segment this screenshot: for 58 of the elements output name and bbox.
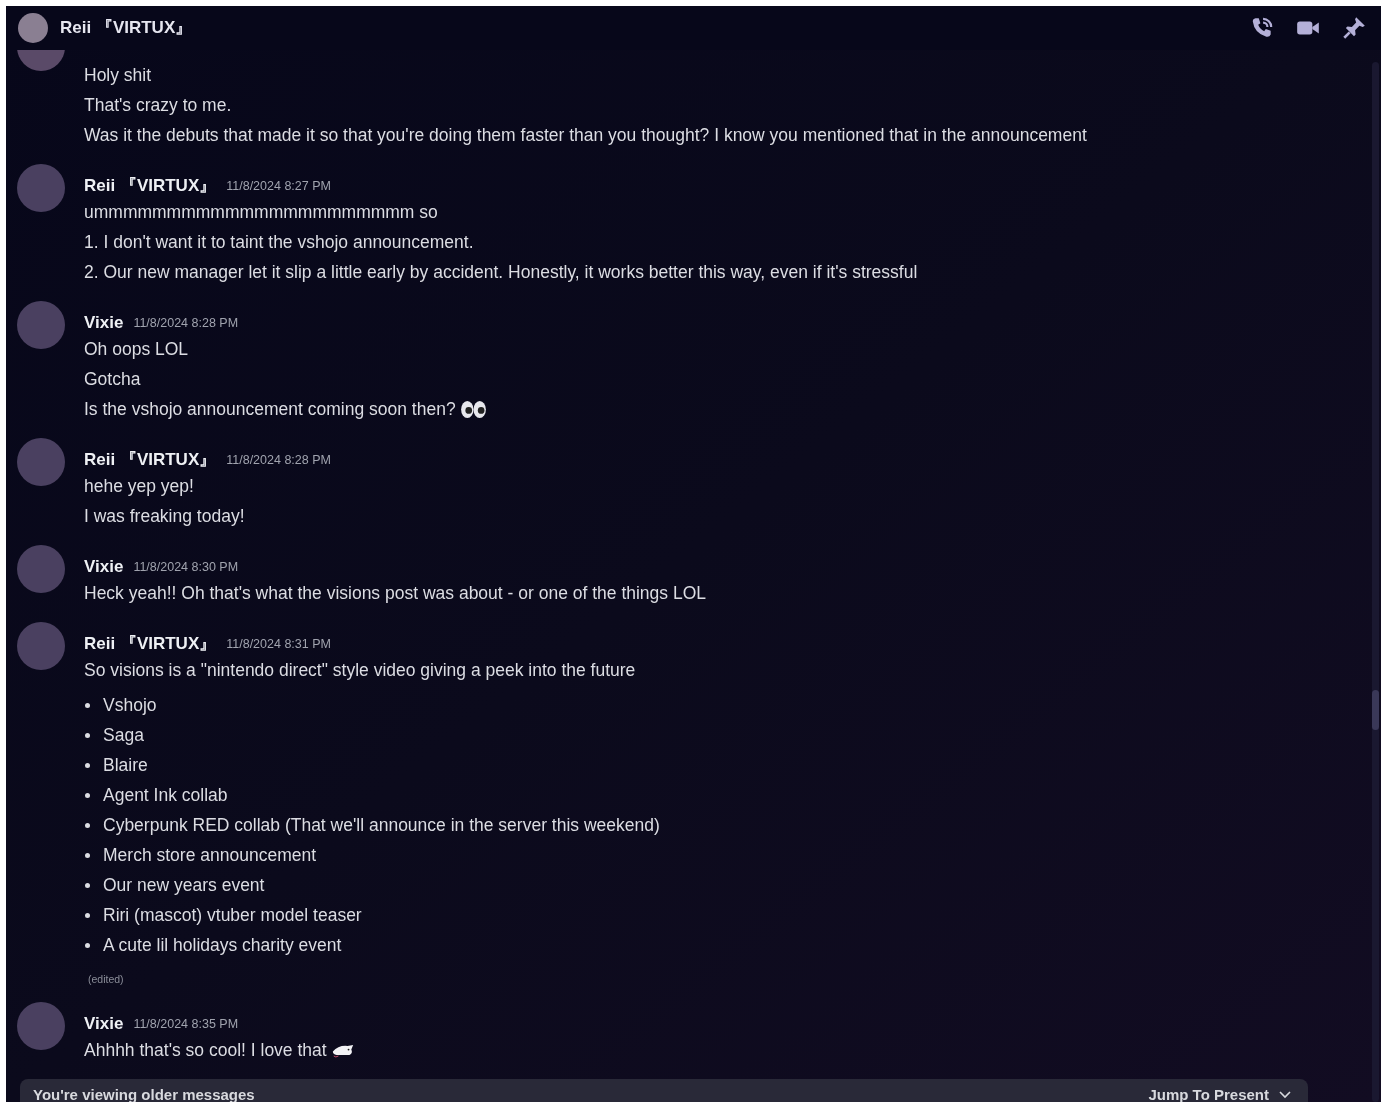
author-name[interactable]: Vixie: [84, 554, 124, 580]
list-item-text: Merch store announcement: [103, 843, 317, 867]
edited-label: (edited): [88, 972, 124, 988]
message-text: So visions is a "nintendo direct" style video giving a peek into the future: [84, 658, 636, 682]
avatar: [17, 438, 65, 486]
scrollbar-thumb[interactable]: [1372, 690, 1379, 730]
message-text: ummmmmmmmmmmmmmmmmmmmmm so: [84, 200, 438, 224]
message-text: Is the vshojo announcement coming soon then?: [84, 397, 456, 421]
bullet: [85, 822, 90, 828]
channel-title: Reii 『VIRTUX』: [60, 17, 193, 40]
author-name[interactable]: Vixie: [84, 1011, 124, 1037]
timestamp: 11/8/2024 8:30 PM: [133, 558, 239, 576]
message-text: hehe yep yep!: [84, 474, 194, 498]
list-item-text: A cute lil holidays charity event: [103, 933, 342, 957]
avatar: [18, 13, 48, 43]
message-text: 2. Our new manager let it slip a little early by accident. Honestly, it works better this way, even if it's stressful: [84, 260, 918, 284]
message-text: 1. I don't want it to taint the vshojo announcement.: [84, 230, 474, 254]
timestamp: 11/8/2024 8:31 PM: [226, 635, 331, 653]
pin-icon[interactable]: [1341, 15, 1367, 41]
message-text: I was freaking today!: [84, 504, 245, 528]
author-name[interactable]: Reii 『VIRTUX』: [84, 631, 217, 657]
avatar: [17, 1002, 65, 1050]
message-text: Heck yeah!! Oh that's what the visions post was about - or one of the things LOL: [84, 581, 707, 605]
bullet: [85, 792, 90, 798]
bullet: [85, 702, 90, 708]
list-item-text: Agent Ink collab: [103, 783, 228, 807]
bullet: [85, 762, 90, 768]
list-item-text: Our new years event: [103, 873, 265, 897]
timestamp: 11/8/2024 8:27 PM: [226, 177, 331, 195]
timestamp: 11/8/2024 8:28 PM: [226, 451, 331, 469]
avatar: [17, 545, 65, 593]
timestamp: 11/8/2024 8:28 PM: [133, 314, 239, 332]
bullet: [85, 852, 90, 858]
message-text: Ahhhh that's so cool! I love that: [84, 1038, 327, 1062]
bullet: [85, 942, 90, 948]
bullet: [85, 732, 90, 738]
list-item-text: Cyberpunk RED collab (That we'll announce in the server this weekend): [103, 813, 660, 837]
chevron-down-icon: [1279, 1091, 1291, 1100]
message-text: Gotcha: [84, 367, 141, 391]
list-item-text: Blaire: [103, 753, 148, 777]
list-item-text: Riri (mascot) vtuber model teaser: [103, 903, 362, 927]
list-item-text: Saga: [103, 723, 144, 747]
message-text: Was it the debuts that made it so that you're doing them faster than you thought? I know you mentioned that in the announcement: [84, 123, 1087, 147]
avatar: [17, 164, 65, 212]
author-name[interactable]: Reii 『VIRTUX』: [84, 173, 217, 199]
message-text: That's crazy to me.: [84, 93, 232, 117]
list-item-text: Vshojo: [103, 693, 157, 717]
timestamp: 11/8/2024 8:35 PM: [133, 1015, 239, 1033]
bullet: [85, 912, 90, 918]
message-text: Holy shit: [84, 63, 152, 87]
bullet: [85, 882, 90, 888]
avatar: [17, 301, 65, 349]
avatar: [17, 622, 65, 670]
animal-emoji-icon: [330, 1042, 355, 1058]
eyes-icon: [459, 398, 487, 420]
author-name[interactable]: Vixie: [84, 310, 124, 336]
message-text: Oh oops LOL: [84, 337, 189, 361]
author-name[interactable]: Reii 『VIRTUX』: [84, 447, 217, 473]
